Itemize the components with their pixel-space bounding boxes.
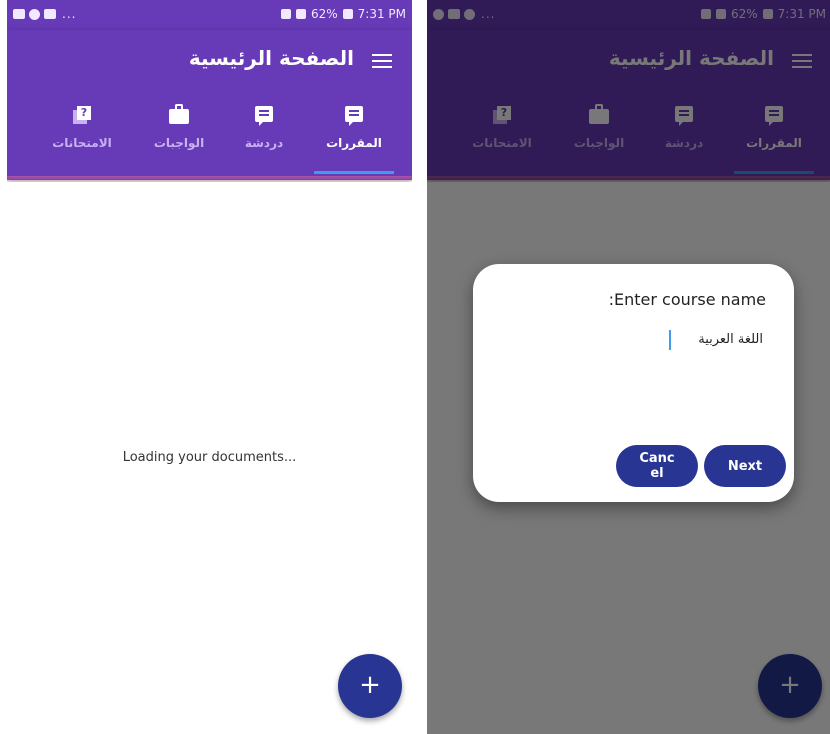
tab-chat[interactable]: دردشة bbox=[219, 100, 309, 176]
tab-exams[interactable]: ? الامتحانات bbox=[37, 100, 127, 176]
alarm-icon bbox=[280, 9, 291, 19]
tab-assignments[interactable]: الواجبات bbox=[134, 100, 224, 176]
instagram-icon bbox=[29, 8, 40, 20]
app-toolbar: الصفحة الرئيسية المقررات دردشة الواجبات … bbox=[7, 30, 412, 180]
chat-bubble-icon bbox=[345, 106, 363, 126]
tab-indicator bbox=[314, 171, 394, 174]
loading-text: Loading your documents... bbox=[122, 450, 297, 465]
add-button[interactable]: + bbox=[338, 654, 402, 718]
page-title: الصفحة الرئيسية bbox=[188, 46, 354, 70]
gallery-icon bbox=[13, 9, 25, 19]
course-name-dialog: :Enter course name اللغة العربية Canc el… bbox=[473, 264, 794, 502]
next-label: Next bbox=[727, 458, 763, 474]
text-cursor bbox=[669, 330, 671, 350]
battery-icon bbox=[342, 9, 353, 19]
next-button[interactable]: Next bbox=[704, 445, 786, 487]
menu-icon[interactable] bbox=[372, 54, 392, 68]
cancel-button[interactable]: Canc el bbox=[616, 445, 698, 487]
battery-percent: 62% bbox=[310, 7, 338, 21]
tab-courses[interactable]: المقررات bbox=[309, 100, 399, 176]
course-name-input[interactable]: اللغة العربية bbox=[663, 328, 763, 352]
tab-label: الامتحانات bbox=[52, 136, 112, 150]
cancel-label: Canc el bbox=[639, 451, 675, 481]
screen-dialog: ... 62% 7:31 PM الصفحة الرئيسية المقررات… bbox=[427, 0, 830, 734]
clock: 7:31 PM bbox=[357, 7, 406, 21]
more-notifications: ... bbox=[62, 7, 77, 21]
briefcase-icon bbox=[169, 104, 189, 124]
main-content: Loading your documents... bbox=[7, 182, 412, 734]
tab-label: الواجبات bbox=[153, 136, 205, 150]
tab-label: المقررات bbox=[326, 136, 382, 150]
screen-main: ... 62% 7:31 PM الصفحة الرئيسية المقررات… bbox=[7, 0, 412, 734]
dialog-title: :Enter course name bbox=[608, 290, 766, 309]
signal-icon bbox=[295, 9, 306, 19]
youtube-icon bbox=[44, 9, 56, 19]
quiz-icon: ? bbox=[73, 106, 91, 124]
status-bar: ... 62% 7:31 PM bbox=[7, 0, 412, 30]
tab-bar: المقررات دردشة الواجبات ? الامتحانات bbox=[7, 100, 412, 176]
tab-label: دردشة bbox=[244, 136, 284, 150]
chat-icon bbox=[255, 106, 273, 126]
